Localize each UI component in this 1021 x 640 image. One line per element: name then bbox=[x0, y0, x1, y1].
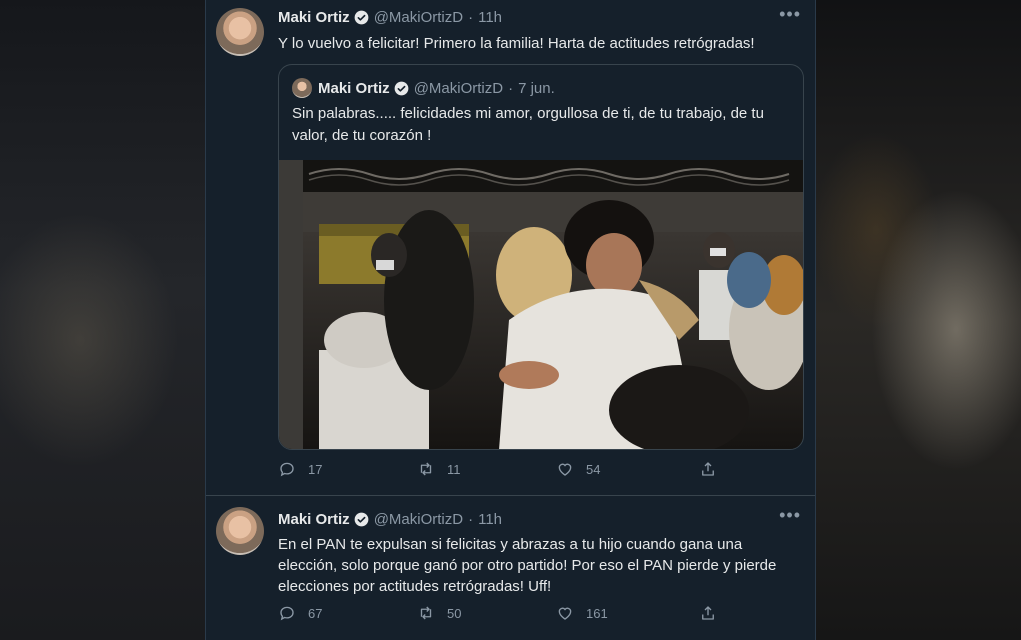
tweet[interactable]: Maki Ortiz @MakiOrtizD · 11h ••• Y lo vu… bbox=[206, 0, 815, 496]
reply-icon bbox=[280, 462, 294, 477]
video-thumbnail[interactable] bbox=[279, 160, 803, 450]
like-icon bbox=[558, 463, 572, 476]
like-button[interactable]: 161 bbox=[556, 604, 608, 622]
quoted-timestamp: 7 jun. bbox=[518, 79, 555, 97]
share-icon bbox=[702, 462, 714, 476]
author-handle[interactable]: @MakiOrtizD bbox=[374, 9, 463, 26]
reply-button[interactable]: 17 bbox=[278, 460, 322, 478]
retweet-count: 50 bbox=[447, 605, 462, 621]
quoted-tweet[interactable]: Maki Ortiz @MakiOrtizD · 7 jun. Sin pala… bbox=[278, 64, 804, 450]
separator-dot: · bbox=[468, 511, 474, 528]
quoted-avatar bbox=[292, 78, 312, 98]
timestamp[interactable]: 11h bbox=[478, 9, 502, 26]
quoted-tweet-text: Sin palabras..... felicidades mi amor, o… bbox=[292, 105, 764, 144]
share-button[interactable] bbox=[699, 604, 729, 622]
quoted-author-handle: @MakiOrtizD bbox=[413, 79, 504, 97]
verified-badge-icon bbox=[354, 512, 369, 527]
more-icon[interactable]: ••• bbox=[779, 4, 801, 25]
tweet-text: Y lo vuelvo a felicitar! Primero la fami… bbox=[278, 35, 755, 52]
avatar[interactable] bbox=[216, 507, 264, 555]
tweet-feed: Maki Ortiz @MakiOrtizD · 11h ••• Y lo vu… bbox=[205, 0, 816, 640]
author-handle[interactable]: @MakiOrtizD bbox=[374, 511, 463, 528]
reply-count: 17 bbox=[308, 461, 323, 477]
tweet-header: Maki Ortiz @MakiOrtizD · 11h bbox=[278, 9, 502, 26]
like-count: 54 bbox=[586, 461, 601, 477]
quoted-author-name: Maki Ortiz bbox=[318, 79, 390, 97]
reply-count: 67 bbox=[308, 605, 323, 621]
tweet-actions: 17 11 54 bbox=[278, 460, 815, 486]
quoted-tweet-header: Maki Ortiz @MakiOrtizD · 7 jun. bbox=[292, 78, 555, 98]
share-icon bbox=[702, 606, 714, 620]
verified-badge-icon bbox=[394, 81, 409, 95]
tweet-actions: 67 50 161 bbox=[278, 604, 815, 630]
timestamp[interactable]: 11h bbox=[478, 511, 502, 528]
share-button[interactable] bbox=[699, 460, 729, 478]
avatar[interactable] bbox=[216, 8, 264, 56]
tweet-header: Maki Ortiz @MakiOrtizD · 11h bbox=[278, 511, 502, 528]
retweet-button[interactable]: 11 bbox=[417, 460, 461, 478]
like-count: 161 bbox=[586, 605, 608, 621]
more-icon[interactable]: ••• bbox=[779, 505, 801, 526]
author-name[interactable]: Maki Ortiz bbox=[278, 511, 350, 528]
reply-button[interactable]: 67 bbox=[278, 604, 322, 622]
blurred-background-right bbox=[816, 0, 1021, 640]
author-name[interactable]: Maki Ortiz bbox=[278, 9, 350, 26]
blurred-background-left bbox=[0, 0, 205, 640]
retweet-button[interactable]: 50 bbox=[417, 604, 461, 622]
like-icon bbox=[558, 607, 572, 620]
retweet-icon bbox=[420, 462, 432, 476]
reply-icon bbox=[280, 606, 294, 621]
separator-dot: · bbox=[508, 79, 514, 97]
verified-badge-icon bbox=[354, 10, 369, 25]
tweet[interactable]: Maki Ortiz @MakiOrtizD · 11h ••• En el P… bbox=[206, 497, 815, 640]
tweet-text: En el PAN te expulsan si felicitas y abr… bbox=[278, 536, 777, 595]
separator-dot: · bbox=[468, 9, 474, 26]
like-button[interactable]: 54 bbox=[556, 460, 600, 478]
retweet-icon bbox=[420, 606, 432, 620]
retweet-count: 11 bbox=[447, 461, 461, 477]
